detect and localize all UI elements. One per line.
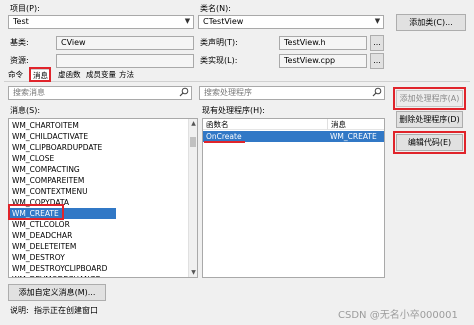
resource-field (56, 54, 194, 68)
class-implementation-field: TestView.cpp (279, 54, 367, 68)
tab-divider (4, 81, 470, 82)
chevron-down-icon: ▼ (184, 17, 191, 25)
search-messages-input[interactable]: 搜索消息 (8, 86, 192, 100)
tab-methods[interactable]: 方法 (117, 69, 136, 81)
class-declaration-field: TestView.h (279, 36, 367, 50)
scroll-thumb[interactable] (190, 137, 196, 147)
column-header-function[interactable]: 函数名 (203, 119, 327, 130)
highlight-add-handler (393, 87, 466, 110)
column-header-message[interactable]: 消息 (327, 119, 384, 130)
add-class-button[interactable]: 添加类(C)... (396, 14, 466, 31)
highlight-wm-create (8, 204, 64, 220)
list-item[interactable]: WM_CONTEXTMENU (9, 186, 197, 197)
base-class-label: 基类: (10, 38, 29, 47)
class-implementation-browse-button[interactable]: ... (370, 53, 384, 69)
list-item[interactable]: WM_CHARTOITEM (9, 120, 197, 131)
tab-virtual-functions[interactable]: 虚函数 (56, 69, 83, 81)
messages-scrollbar[interactable]: ▲ ▼ (188, 119, 197, 277)
search-icon[interactable] (372, 87, 382, 97)
list-item[interactable]: WM_COMPAREITEM (9, 175, 197, 186)
search-messages-box: 搜索消息 (8, 86, 192, 100)
list-item[interactable]: WM_CLIPBOARDUPDATE (9, 142, 197, 153)
list-item[interactable]: WM_DEADCHAR (9, 230, 197, 241)
watermark: CSDN @无名小卒000001 (338, 310, 458, 321)
project-field: Test (8, 15, 194, 29)
tab-commands[interactable]: 命令 (6, 69, 25, 81)
list-item[interactable]: WM_DELETEITEM (9, 241, 197, 252)
description-label: 说明: (10, 306, 29, 315)
search-handlers-box: 搜索处理程序 (199, 86, 385, 100)
project-label: 项目(P): (10, 4, 40, 13)
class-declaration-browse-button[interactable]: ... (370, 35, 384, 51)
scroll-up-icon[interactable]: ▲ (189, 119, 197, 128)
highlight-messages-tab (29, 67, 51, 82)
delete-handler-button[interactable]: 删除处理程序(D) (396, 111, 463, 128)
class-name-label: 类名(N): (200, 4, 231, 13)
class-name-combo[interactable]: CTestView ▼ (198, 15, 384, 29)
list-item[interactable]: WM_COMPACTING (9, 164, 197, 175)
list-item[interactable]: WM_CHILDACTIVATE (9, 131, 197, 142)
handlers-table-header: 函数名 消息 (203, 119, 384, 130)
list-item[interactable]: WM_DEVMODECHANGE (9, 274, 197, 277)
class-implementation-label: 类实现(L): (200, 56, 238, 65)
description-text: 指示正在创建窗口 (34, 306, 98, 315)
highlight-edit-code (393, 131, 466, 154)
base-class-field: CView (56, 36, 194, 50)
project-combo[interactable]: Test ▼ (8, 15, 194, 29)
search-handlers-input[interactable]: 搜索处理程序 (199, 86, 385, 100)
messages-listbox[interactable]: WM_CHARTOITEM WM_CHILDACTIVATE WM_CLIPBOAR… (8, 118, 198, 278)
resource-label: 资源: (10, 56, 29, 65)
class-declaration-label: 类声明(T): (200, 38, 238, 47)
scroll-down-icon[interactable]: ▼ (189, 268, 197, 277)
add-custom-message-button[interactable]: 添加自定义消息(M)... (8, 284, 106, 301)
tab-member-variables[interactable]: 成员变量 (84, 69, 118, 81)
list-item[interactable]: WM_CLOSE (9, 153, 197, 164)
list-item[interactable]: WM_DESTROYCLIPBOARD (9, 263, 197, 274)
underline-oncreate (204, 141, 245, 143)
handler-message-cell: WM_CREATE (330, 132, 377, 141)
list-item[interactable]: WM_DESTROY (9, 252, 197, 263)
messages-label: 消息(S): (10, 106, 41, 115)
class-name-field: CTestView (198, 15, 384, 29)
search-icon[interactable] (179, 87, 189, 97)
existing-handlers-label: 现有处理程序(H): (202, 106, 265, 115)
chevron-down-icon: ▼ (374, 17, 381, 25)
list-item[interactable]: WM_CTLCOLOR (9, 219, 197, 230)
